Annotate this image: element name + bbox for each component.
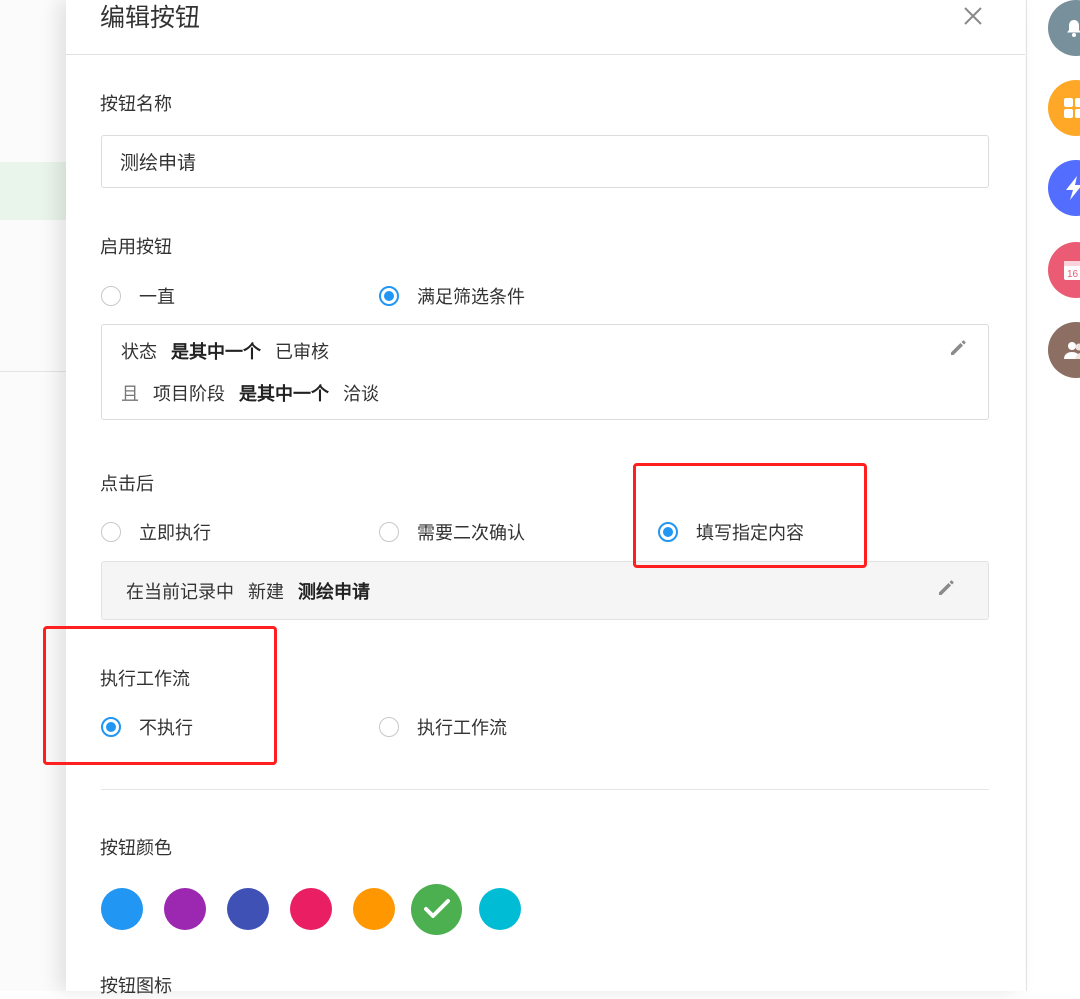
- condition-operator: 是其中一个: [239, 380, 329, 406]
- option-label: 执行工作流: [417, 714, 507, 740]
- action-prefix: 在当前记录中: [126, 578, 234, 604]
- radio-dot: [379, 717, 399, 737]
- calendar-date: 16: [1067, 269, 1079, 280]
- color-swatch-orange[interactable]: [353, 888, 395, 930]
- radio-dot: [101, 286, 121, 306]
- option-label: 需要二次确认: [417, 519, 525, 545]
- condition-value: 洽谈: [343, 380, 379, 406]
- check-icon: [423, 898, 451, 920]
- workflow-option-none[interactable]: 不执行: [101, 714, 193, 740]
- dialog-title: 编辑按钮: [100, 2, 200, 34]
- color-swatch-purple[interactable]: [164, 888, 206, 930]
- background-divider: [0, 371, 66, 372]
- edit-conditions-icon[interactable]: [949, 339, 967, 357]
- edit-button-dialog: 编辑按钮 按钮名称 启用按钮 一直 满足筛选条件 状态 是其中一个 已审核 且 …: [66, 0, 1025, 991]
- edit-action-icon[interactable]: [937, 579, 955, 597]
- action-verb: 新建: [248, 578, 284, 604]
- option-label: 填写指定内容: [696, 519, 804, 545]
- background-page: [0, 0, 66, 991]
- action-summary: 在当前记录中 新建 测绘申请: [126, 578, 370, 604]
- color-swatch-pink[interactable]: [290, 888, 332, 930]
- condition-row: 状态 是其中一个 已审核: [121, 338, 329, 364]
- enable-option-always[interactable]: 一直: [101, 283, 175, 309]
- color-swatch-blue[interactable]: [101, 888, 143, 930]
- radio-dot-selected: [379, 286, 399, 306]
- condition-operator: 是其中一个: [171, 338, 261, 364]
- color-swatch-indigo[interactable]: [227, 888, 269, 930]
- enable-option-filter[interactable]: 满足筛选条件: [379, 283, 525, 309]
- header-divider: [66, 54, 1025, 55]
- close-icon[interactable]: [963, 6, 983, 26]
- condition-field: 状态: [121, 338, 157, 364]
- option-label: 不执行: [139, 714, 193, 740]
- action-target: 测绘申请: [298, 578, 370, 604]
- after-click-option-immediate[interactable]: 立即执行: [101, 519, 211, 545]
- condition-connector: 且: [121, 380, 139, 406]
- background-selected-row: [0, 162, 66, 220]
- radio-dot: [379, 522, 399, 542]
- after-click-option-fill[interactable]: 填写指定内容: [658, 519, 804, 545]
- radio-dot: [101, 522, 121, 542]
- option-label: 一直: [139, 283, 175, 309]
- right-sidebar: [1026, 0, 1080, 991]
- button-color-label: 按钮颜色: [100, 837, 172, 861]
- radio-dot-selected: [658, 522, 678, 542]
- color-swatch-cyan[interactable]: [479, 888, 521, 930]
- button-icon-label: 按钮图标: [100, 975, 172, 999]
- workflow-label: 执行工作流: [100, 668, 190, 692]
- after-click-label: 点击后: [100, 473, 154, 497]
- condition-value: 已审核: [275, 338, 329, 364]
- button-name-input[interactable]: [101, 135, 989, 188]
- button-name-label: 按钮名称: [100, 93, 172, 117]
- condition-field: 项目阶段: [153, 380, 225, 406]
- after-click-option-confirm[interactable]: 需要二次确认: [379, 519, 525, 545]
- enable-label: 启用按钮: [100, 236, 172, 260]
- section-divider: [101, 789, 989, 790]
- filter-conditions: 状态 是其中一个 已审核 且 项目阶段 是其中一个 洽谈: [101, 324, 989, 420]
- workflow-option-run[interactable]: 执行工作流: [379, 714, 507, 740]
- color-swatch-green-selected[interactable]: [411, 884, 462, 935]
- option-label: 立即执行: [139, 519, 211, 545]
- option-label: 满足筛选条件: [417, 283, 525, 309]
- fill-content-action: 在当前记录中 新建 测绘申请: [101, 561, 989, 620]
- radio-dot-selected: [101, 717, 121, 737]
- condition-row: 且 项目阶段 是其中一个 洽谈: [121, 380, 379, 406]
